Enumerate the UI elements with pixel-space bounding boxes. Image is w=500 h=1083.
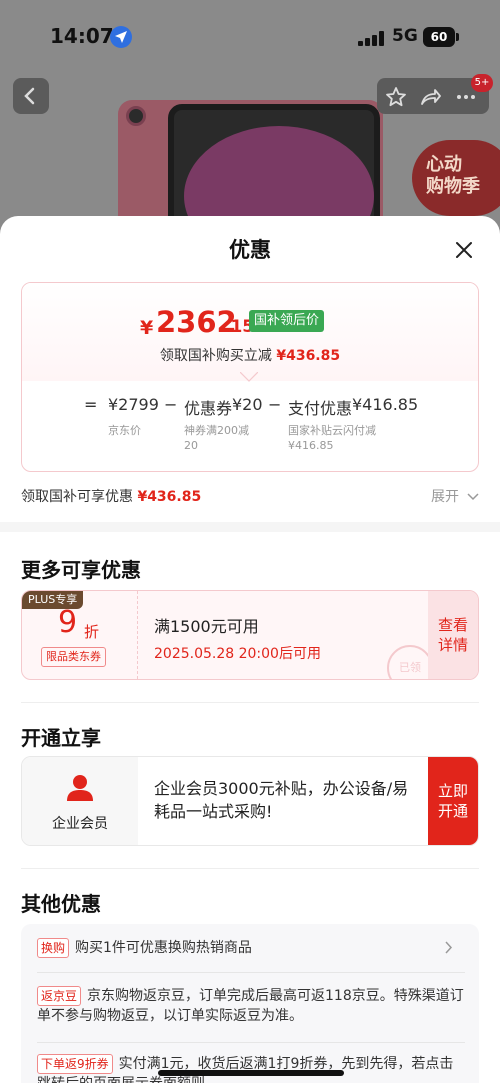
calc-base-price: ¥2799 (108, 395, 159, 414)
calc-coupon-note-line2: 20 (184, 439, 198, 452)
offer-text: 购买1件可优惠换购热销商品 (75, 940, 252, 956)
signal-icon (358, 30, 384, 46)
offer-tag: 返京豆 (37, 986, 82, 1006)
list-item-trade-in[interactable]: 换购 购买1件可优惠换购热销商品 (37, 938, 467, 958)
expand-label: 展开 (431, 489, 459, 505)
close-icon[interactable] (450, 236, 478, 264)
calc-base-label: 京东价 (108, 424, 141, 437)
open-membership-title: 开通立享 (21, 726, 101, 750)
calc-coupon-note-line1: 神券满200减 (184, 424, 249, 437)
price-subtitle: 领取国补购买立减 ¥436.85 (22, 345, 478, 365)
battery-icon: 60 (423, 27, 459, 47)
promo-badge-line1: 心动 (426, 154, 462, 175)
coupon-discount-number: 9 (58, 605, 78, 640)
calc-pay-note-line2: ¥416.85 (288, 439, 334, 452)
coupon-discount-unit: 折 (84, 623, 100, 641)
calc-coupon-amount: ¥20 (232, 395, 263, 414)
caret-down-icon (240, 372, 258, 382)
calc-pay-note-line1: 国家补贴云闪付减 (288, 424, 376, 437)
coupon-scope: 限品类东券 (41, 647, 106, 667)
home-indicator[interactable] (158, 1070, 344, 1076)
coupon-condition: 满1500元可用 (154, 617, 259, 636)
product-camera (126, 106, 146, 126)
open-now-button[interactable]: 立即 开通 (428, 757, 478, 845)
calc-pay-note: 国家补贴云闪付减 ¥416.85 (288, 423, 376, 453)
star-icon[interactable] (385, 86, 407, 108)
divider (37, 1042, 465, 1043)
other-offers-title: 其他优惠 (21, 892, 101, 916)
share-icon[interactable] (419, 86, 441, 108)
coupon-value: PLUS专享 9 折 限品类东券 (22, 591, 138, 679)
member-label: 企业会员 (52, 816, 108, 832)
calc-coupon-label: 优惠券 (184, 399, 233, 418)
price-breakdown-card: ¥ 2362 .15 国补领后价 领取国补购买立减 ¥436.85 = ¥279… (21, 282, 479, 472)
member-badge: 企业会员 (22, 757, 138, 845)
back-button[interactable] (13, 78, 49, 114)
claim-amount: ¥436.85 (137, 489, 202, 505)
price-card-header: ¥ 2362 .15 国补领后价 领取国补购买立减 ¥436.85 (22, 283, 478, 381)
view-details-line1: 查看 (438, 616, 469, 634)
calc-pay-label: 支付优惠 (288, 399, 353, 418)
open-now-line1: 立即 (438, 782, 469, 800)
divider (21, 702, 479, 703)
promo-badge-line2: 购物季 (426, 176, 480, 197)
price-tag: 国补领后价 (249, 310, 325, 332)
location-arrow-icon (110, 26, 132, 48)
section-divider (0, 522, 500, 532)
claim-label: 领取国补可享优惠 (21, 489, 133, 505)
more-offers-title: 更多可享优惠 (21, 558, 141, 582)
plus-coupon-card[interactable]: PLUS专享 9 折 限品类东券 满1500元可用 2025.05.28 20:… (21, 590, 479, 680)
offer-text: 京东购物返京豆，订单完成后最高可返118京豆。特殊渠道订单不参与购物返豆，以订单… (37, 988, 464, 1024)
price-currency: ¥ (140, 317, 154, 339)
enterprise-member-card[interactable]: 企业会员 企业会员3000元补贴，办公设备/易耗品一站式采购! 立即 开通 (21, 756, 479, 846)
calc-minus-2: − (268, 395, 282, 414)
sheet-title: 优惠 (229, 238, 271, 262)
claimed-stamp: 已领 (387, 645, 433, 679)
promo-badge[interactable]: 心动 购物季 (412, 140, 500, 216)
list-item-return-coupon[interactable]: 下单返9折券实付满1元，收货后返满1打9折券，先到先得，若点击跳转后的页面展示券… (37, 1054, 467, 1083)
chevron-left-icon (24, 87, 35, 105)
user-icon (67, 775, 93, 801)
status-time: 14:07 (50, 24, 114, 48)
coupon-validity: 2025.05.28 20:00后可用 (154, 646, 321, 662)
divider (21, 868, 479, 869)
network-type: 5G (392, 26, 418, 46)
expand-button[interactable]: 展开 (431, 486, 479, 506)
status-bar: 14:07 5G 60 (0, 0, 500, 70)
cart-badge: 5+ (471, 74, 493, 92)
nav-actions: 5+ (377, 74, 493, 114)
offer-tag: 下单返9折券 (37, 1054, 113, 1074)
discount-sheet: 优惠 ¥ 2362 .15 国补领后价 领取国补购买立减 ¥436.85 = ¥… (0, 216, 500, 1083)
claim-subsidy-row: 领取国补可享优惠 ¥436.85 (21, 486, 201, 506)
calc-pay-amount: ¥416.85 (352, 395, 419, 414)
view-details-line2: 详情 (438, 636, 469, 654)
list-item-jingdou: 返京豆 京东购物返京豆，订单完成后最高可返118京豆。特殊渠道订单不参与购物返豆，… (37, 986, 467, 1026)
offer-tag: 换购 (37, 938, 70, 958)
member-description: 企业会员3000元补贴，办公设备/易耗品一站式采购! (154, 779, 409, 821)
calc-equals: = (84, 395, 98, 414)
calc-coupon-note: 神券满200减 20 (184, 423, 249, 453)
calc-minus-1: − (164, 395, 178, 414)
other-offers-list: 换购 购买1件可优惠换购热销商品 返京豆 京东购物返京豆，订单完成后最高可返118京… (21, 924, 479, 1083)
chevron-right-icon (445, 941, 453, 954)
view-details-button[interactable]: 查看 详情 (428, 591, 478, 679)
divider (37, 972, 465, 973)
chevron-down-icon (467, 493, 479, 501)
price-subtitle-text: 领取国补购买立减 (159, 348, 272, 364)
open-now-line2: 开通 (438, 802, 469, 820)
price-subtitle-amount: ¥436.85 (276, 348, 341, 364)
